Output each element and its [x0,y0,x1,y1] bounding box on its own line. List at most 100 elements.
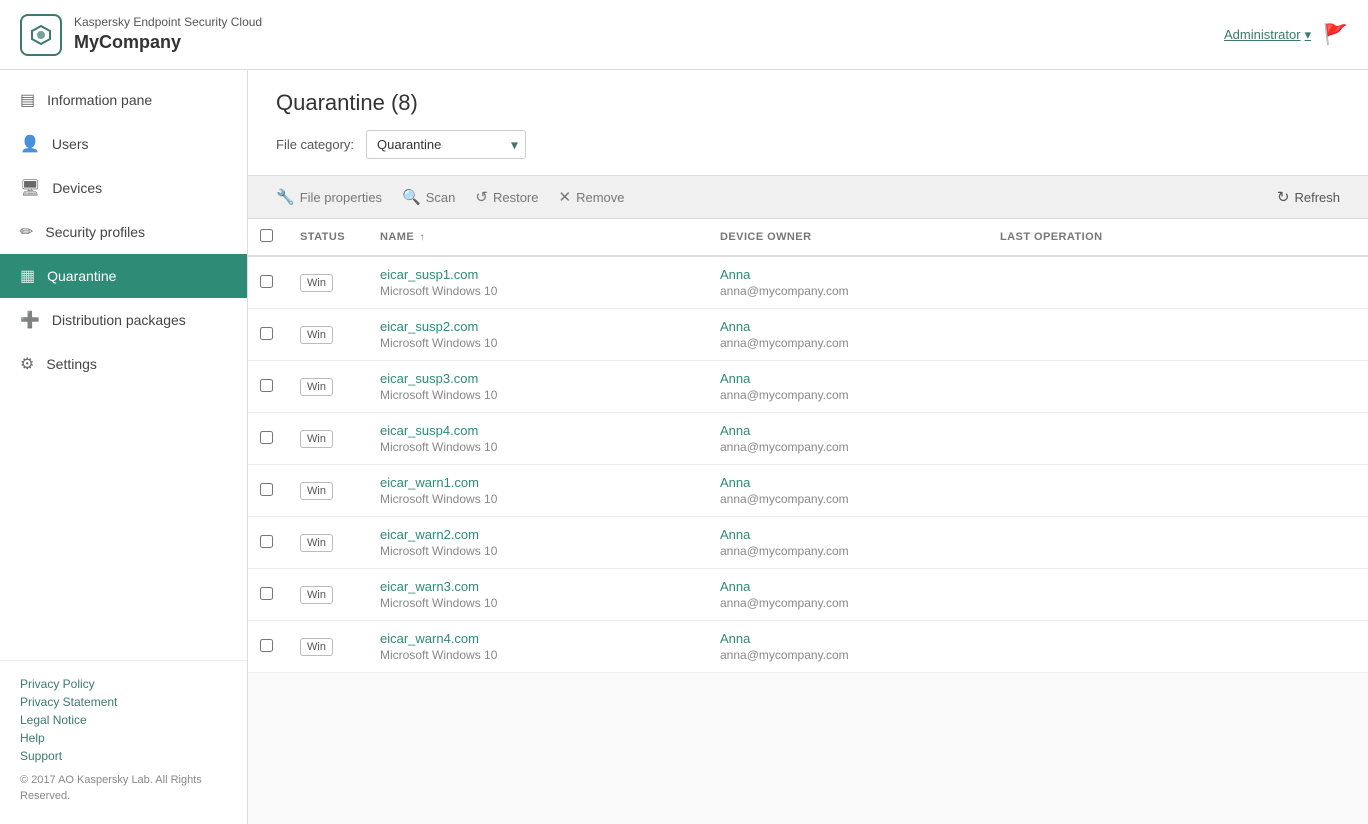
table-row: Win eicar_warn1.com Microsoft Windows 10… [248,465,1368,517]
row-status-3: Win [288,361,368,413]
file-category-select-wrapper: QuarantineBackupAll [366,130,526,159]
file-properties-button[interactable]: 🔧 File properties [268,184,390,210]
restore-button[interactable]: ↺ Restore [467,184,546,210]
owner-link-3[interactable]: Anna [720,371,976,386]
sidebar-link-support[interactable]: Support [20,749,227,763]
scan-label: Scan [426,190,456,205]
owner-link-6[interactable]: Anna [720,527,976,542]
sidebar-link-help[interactable]: Help [20,731,227,745]
owner-email-6: anna@mycompany.com [720,544,976,558]
sidebar-item-quarantine[interactable]: ▦ Quarantine [0,254,247,298]
row-checkbox-4[interactable] [260,431,273,444]
row-name-7: eicar_warn3.com Microsoft Windows 10 [368,569,708,621]
row-status-8: Win [288,621,368,673]
security-profiles-icon: ✏ [20,222,33,242]
admin-button[interactable]: Administrator ▾ [1224,27,1311,43]
sidebar-item-information-pane[interactable]: ▤ Information pane [0,78,247,122]
app-logo [20,14,62,56]
row-name-1: eicar_susp1.com Microsoft Windows 10 [368,256,708,309]
refresh-icon: ↻ [1277,188,1290,206]
row-name-5: eicar_warn1.com Microsoft Windows 10 [368,465,708,517]
flag-icon[interactable]: 🚩 [1323,22,1348,47]
col-header-name[interactable]: NAME ↑ [368,219,708,256]
row-checkbox-1[interactable] [260,275,273,288]
file-link-2[interactable]: eicar_susp2.com [380,319,478,334]
table-body: Win eicar_susp1.com Microsoft Windows 10… [248,256,1368,673]
remove-icon: ✕ [559,188,572,206]
distribution-packages-icon: ➕ [20,310,40,330]
remove-button[interactable]: ✕ Remove [551,184,633,210]
row-status-2: Win [288,309,368,361]
filter-label: File category: [276,137,354,152]
sidebar-item-security-profiles[interactable]: ✏ Security profiles [0,210,247,254]
row-name-6: eicar_warn2.com Microsoft Windows 10 [368,517,708,569]
file-link-3[interactable]: eicar_susp3.com [380,371,478,386]
owner-link-5[interactable]: Anna [720,475,976,490]
file-link-7[interactable]: eicar_warn3.com [380,579,479,594]
refresh-label: Refresh [1294,190,1340,205]
sidebar-item-devices[interactable]: 🖥 Devices [0,166,247,210]
wrench-icon: 🔧 [276,188,295,206]
row-checkbox-3[interactable] [260,379,273,392]
search-icon: 🔍 [402,188,421,206]
scan-button[interactable]: 🔍 Scan [394,184,463,210]
platform-badge-1: Win [300,274,333,292]
file-os-7: Microsoft Windows 10 [380,596,696,610]
file-os-1: Microsoft Windows 10 [380,284,696,298]
sidebar-link-privacy-statement[interactable]: Privacy Statement [20,695,227,709]
refresh-button[interactable]: ↻ Refresh [1269,184,1348,210]
file-link-5[interactable]: eicar_warn1.com [380,475,479,490]
table-header-row: Status NAME ↑ Device owner Last operatio… [248,219,1368,256]
file-category-select[interactable]: QuarantineBackupAll [366,130,526,159]
platform-badge-5: Win [300,482,333,500]
platform-badge-6: Win [300,534,333,552]
col-header-check [248,219,288,256]
sidebar-link-privacy-policy[interactable]: Privacy Policy [20,677,227,691]
row-check-1 [248,256,288,309]
file-os-3: Microsoft Windows 10 [380,388,696,402]
owner-link-7[interactable]: Anna [720,579,976,594]
col-header-last-op: Last operation [988,219,1368,256]
row-check-7 [248,569,288,621]
app-name: Kaspersky Endpoint Security Cloud [74,15,262,31]
select-all-checkbox[interactable] [260,229,273,242]
restore-icon: ↺ [475,188,488,206]
file-link-6[interactable]: eicar_warn2.com [380,527,479,542]
file-link-4[interactable]: eicar_susp4.com [380,423,478,438]
sidebar-item-distribution-packages[interactable]: ➕ Distribution packages [0,298,247,342]
table-row: Win eicar_warn4.com Microsoft Windows 10… [248,621,1368,673]
row-checkbox-7[interactable] [260,587,273,600]
file-os-2: Microsoft Windows 10 [380,336,696,350]
row-checkbox-2[interactable] [260,327,273,340]
file-os-6: Microsoft Windows 10 [380,544,696,558]
row-check-5 [248,465,288,517]
information-pane-icon: ▤ [20,90,35,110]
row-lastop-4 [988,413,1368,465]
row-checkbox-6[interactable] [260,535,273,548]
owner-link-4[interactable]: Anna [720,423,976,438]
col-header-status: Status [288,219,368,256]
owner-email-5: anna@mycompany.com [720,492,976,506]
row-owner-8: Anna anna@mycompany.com [708,621,988,673]
owner-email-4: anna@mycompany.com [720,440,976,454]
row-status-6: Win [288,517,368,569]
sidebar-item-settings[interactable]: ⚙ Settings [0,342,247,386]
row-checkbox-8[interactable] [260,639,273,652]
content-header: Quarantine (8) File category: Quarantine… [248,70,1368,176]
owner-link-2[interactable]: Anna [720,319,976,334]
main-content: Quarantine (8) File category: Quarantine… [248,70,1368,824]
sidebar-link-legal-notice[interactable]: Legal Notice [20,713,227,727]
row-name-8: eicar_warn4.com Microsoft Windows 10 [368,621,708,673]
sidebar-item-users[interactable]: 👤 Users [0,122,247,166]
row-owner-5: Anna anna@mycompany.com [708,465,988,517]
row-check-6 [248,517,288,569]
quarantine-icon: ▦ [20,266,35,286]
file-link-8[interactable]: eicar_warn4.com [380,631,479,646]
owner-link-8[interactable]: Anna [720,631,976,646]
file-link-1[interactable]: eicar_susp1.com [380,267,478,282]
row-check-2 [248,309,288,361]
dropdown-icon: ▾ [1305,27,1312,43]
row-checkbox-5[interactable] [260,483,273,496]
owner-email-7: anna@mycompany.com [720,596,976,610]
owner-link-1[interactable]: Anna [720,267,976,282]
